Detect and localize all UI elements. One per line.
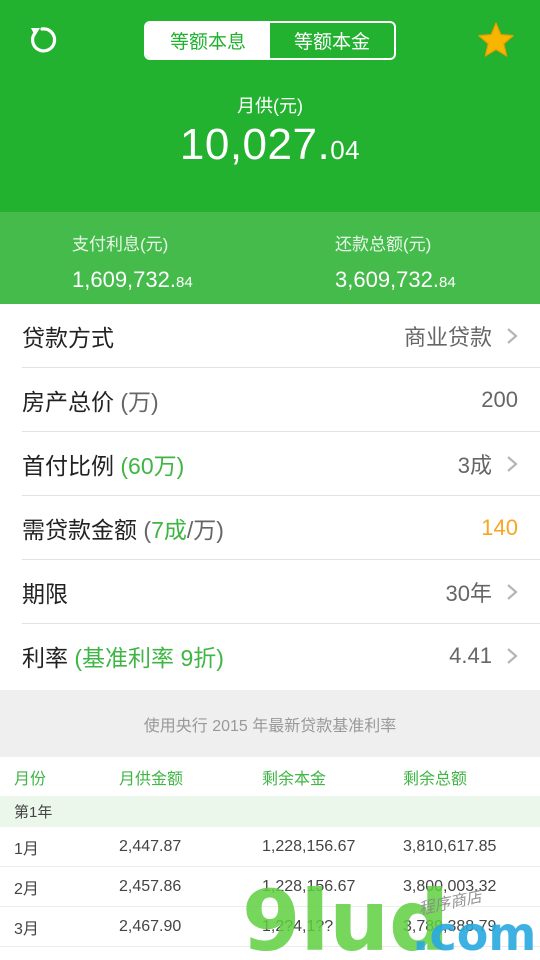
down-payment-value: 3成 bbox=[457, 453, 492, 478]
refresh-icon[interactable] bbox=[24, 22, 60, 58]
table-header: 月份 月供金额 剩余本金 剩余总额 bbox=[0, 757, 540, 796]
repayment-table: 月份 月供金额 剩余本金 剩余总额 第1年 1月 2,447.87 1,228,… bbox=[0, 757, 540, 947]
interest-rate-value: 4.41 bbox=[449, 643, 492, 668]
row-down-payment[interactable]: 首付比例 (60万) 3成 bbox=[0, 432, 540, 496]
interest-summary: 支付利息(元) 1,609,732.84 bbox=[72, 230, 193, 293]
star-icon[interactable] bbox=[476, 20, 516, 60]
total-label: 还款总额(元) bbox=[335, 235, 432, 254]
row-interest-rate[interactable]: 利率 (基准利率 9折) 4.41 bbox=[0, 624, 540, 688]
row-term[interactable]: 期限 30年 bbox=[0, 560, 540, 624]
cell-month: 3月 bbox=[14, 920, 39, 938]
rate-note: 使用央行 2015 年最新贷款基准利率 bbox=[0, 690, 540, 757]
chevron-right-icon bbox=[507, 456, 518, 472]
table-row[interactable]: 2月 2,457.86 1,228,156.67 3,800,003.32 bbox=[0, 867, 540, 907]
interest-value: 1,609,732.84 bbox=[72, 267, 193, 292]
cell-remaining-total: 3,810,617.85 bbox=[403, 837, 497, 855]
row-loan-type[interactable]: 贷款方式 商业贷款 bbox=[0, 304, 540, 368]
chevron-right-icon bbox=[507, 328, 518, 344]
year-group-header: 第1年 bbox=[0, 796, 540, 827]
term-value: 30年 bbox=[445, 581, 492, 606]
loan-type-value: 商业贷款 bbox=[403, 325, 492, 350]
interest-rate-label: 利率 (基准利率 9折) bbox=[22, 645, 224, 671]
cell-payment: 2,447.87 bbox=[119, 837, 182, 855]
property-price-label: 房产总价 (万) bbox=[22, 389, 159, 415]
cell-remaining-total: 3,789,388.79 bbox=[403, 917, 497, 935]
table-row[interactable]: 1月 2,447.87 1,228,156.67 3,810,617.85 bbox=[0, 827, 540, 867]
summary-bar: 支付利息(元) 1,609,732.84 还款总额(元) 3,609,732.8… bbox=[0, 212, 540, 304]
down-payment-label: 首付比例 (60万) bbox=[22, 453, 185, 479]
tab-equal-installment[interactable]: 等额本息 bbox=[146, 23, 270, 58]
table-row[interactable]: 3月 2,467.90 1,2?4,1?? 3,789,388.79 bbox=[0, 907, 540, 947]
cell-payment: 2,457.86 bbox=[119, 877, 182, 895]
interest-label: 支付利息(元) bbox=[72, 235, 169, 254]
cell-month: 2月 bbox=[14, 880, 39, 898]
col-payment: 月供金额 bbox=[119, 770, 184, 788]
cell-remaining-principal: 1,228,156.67 bbox=[262, 837, 356, 855]
cell-remaining-principal: 1,228,156.67 bbox=[262, 877, 356, 895]
cell-remaining-total: 3,800,003.32 bbox=[403, 877, 497, 895]
chevron-right-icon bbox=[507, 584, 518, 600]
settings-list: 贷款方式 商业贷款 房产总价 (万) 200 首付比例 (60万) 3成 需贷款… bbox=[0, 304, 540, 688]
header: 等额本息 等额本金 月供(元) 10,027.04 bbox=[0, 0, 540, 212]
col-remaining-total: 剩余总额 bbox=[403, 770, 468, 788]
loan-type-label: 贷款方式 bbox=[22, 325, 114, 351]
term-label: 期限 bbox=[22, 581, 68, 607]
col-month: 月份 bbox=[14, 770, 47, 788]
row-property-price[interactable]: 房产总价 (万) 200 bbox=[0, 368, 540, 432]
row-loan-amount[interactable]: 需贷款金额 (7成/万) 140 bbox=[0, 496, 540, 560]
loan-amount-value: 140 bbox=[481, 515, 518, 540]
total-summary: 还款总额(元) 3,609,732.84 bbox=[335, 230, 456, 293]
cell-month: 1月 bbox=[14, 840, 39, 858]
col-remaining-principal: 剩余本金 bbox=[262, 770, 327, 788]
monthly-payment-value: 10,027.04 bbox=[179, 120, 361, 169]
loan-amount-label: 需贷款金额 (7成/万) bbox=[22, 517, 224, 543]
chevron-right-icon bbox=[507, 648, 518, 664]
cell-remaining-principal: 1,2?4,1?? bbox=[262, 917, 334, 935]
calc-method-segmented-control: 等额本息 等额本金 bbox=[144, 21, 396, 60]
monthly-payment-label: 月供(元) bbox=[237, 96, 303, 116]
property-price-value: 200 bbox=[481, 387, 518, 412]
total-value: 3,609,732.84 bbox=[335, 267, 456, 292]
cell-payment: 2,467.90 bbox=[119, 917, 182, 935]
tab-equal-principal[interactable]: 等额本金 bbox=[270, 23, 394, 58]
